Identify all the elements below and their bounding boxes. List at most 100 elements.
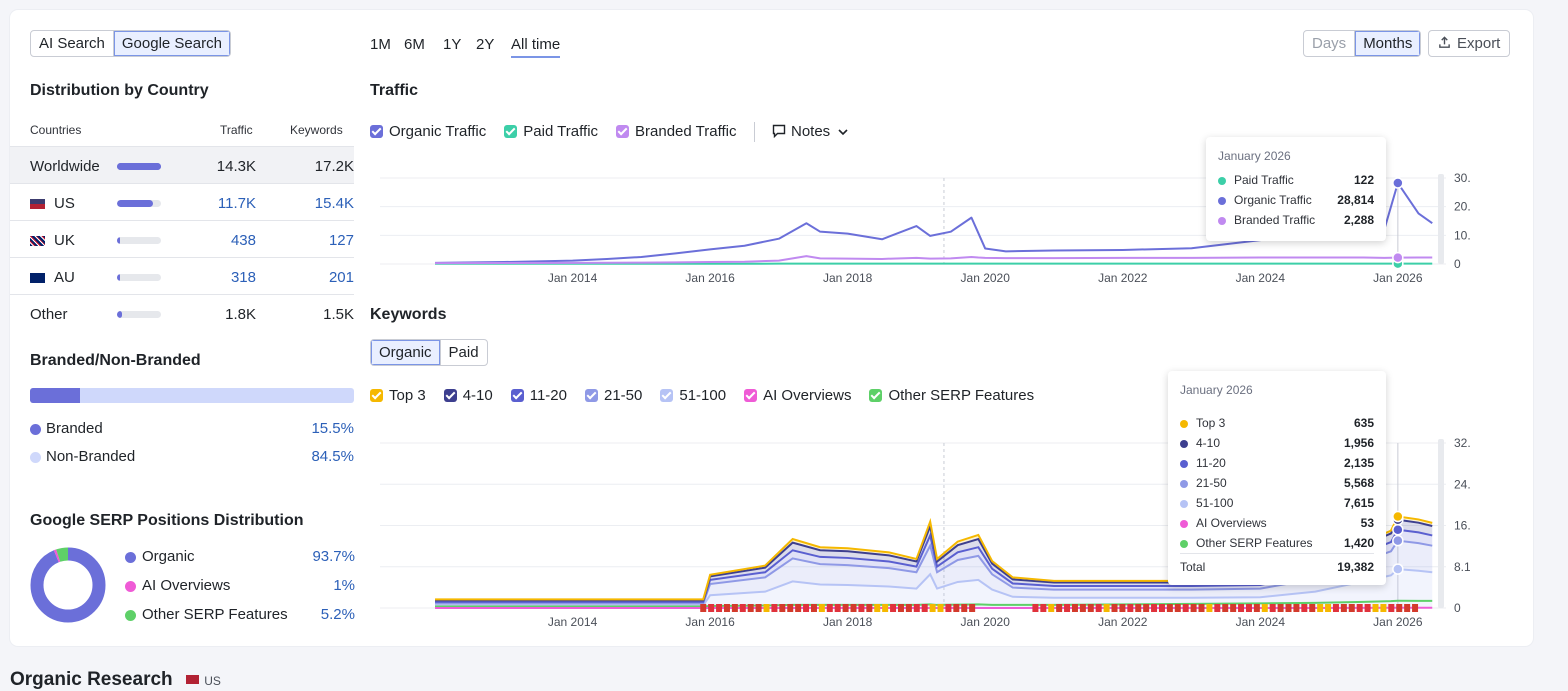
serp-feature-marker[interactable]: [1088, 604, 1094, 612]
serp-feature-marker[interactable]: [1119, 604, 1125, 612]
serp-feature-marker[interactable]: [779, 604, 785, 612]
legend-21-50[interactable]: 21-50: [585, 387, 642, 404]
serp-feature-marker[interactable]: [1080, 604, 1086, 612]
legend-other-serp-features[interactable]: Other SERP Features: [869, 387, 1034, 404]
serp-feature-marker[interactable]: [1048, 604, 1054, 612]
serp-feature-marker[interactable]: [1040, 604, 1046, 612]
country-row-other[interactable]: Other1.8K1.5K: [10, 294, 354, 332]
serp-feature-marker[interactable]: [1396, 604, 1402, 612]
keywords-value[interactable]: 201: [329, 269, 354, 286]
serp-feature-marker[interactable]: [748, 604, 754, 612]
serp-value[interactable]: 1%: [333, 577, 355, 594]
serp-feature-marker[interactable]: [1199, 604, 1205, 612]
serp-feature-marker[interactable]: [851, 604, 857, 612]
donut-slice-organic[interactable]: [37, 554, 99, 616]
serp-feature-marker[interactable]: [700, 604, 706, 612]
serp-feature-marker[interactable]: [1380, 604, 1386, 612]
legend-ai-overviews[interactable]: AI Overviews: [744, 387, 851, 404]
serp-feature-marker[interactable]: [1270, 604, 1276, 612]
serp-feature-marker[interactable]: [1333, 604, 1339, 612]
branded-value[interactable]: 84.5%: [311, 448, 354, 465]
serp-feature-marker[interactable]: [1032, 604, 1038, 612]
serp-feature-marker[interactable]: [938, 604, 944, 612]
legend-branded-traffic[interactable]: Branded Traffic: [616, 123, 736, 140]
legend-organic-traffic[interactable]: Organic Traffic: [370, 123, 486, 140]
serp-feature-marker[interactable]: [1056, 604, 1062, 612]
serp-feature-marker[interactable]: [756, 604, 762, 612]
serp-feature-marker[interactable]: [1191, 604, 1197, 612]
serp-feature-marker[interactable]: [771, 604, 777, 612]
serp-feature-marker[interactable]: [1309, 604, 1315, 612]
serp-feature-marker[interactable]: [1064, 604, 1070, 612]
serp-feature-marker[interactable]: [1373, 604, 1379, 612]
serp-feature-marker[interactable]: [882, 604, 888, 612]
traffic-value[interactable]: 11.7K: [218, 195, 256, 212]
serp-feature-marker[interactable]: [724, 604, 730, 612]
serp-feature-marker[interactable]: [1388, 604, 1394, 612]
legend-51-100[interactable]: 51-100: [660, 387, 726, 404]
tab-organic[interactable]: Organic: [371, 340, 440, 365]
country-row-au[interactable]: AU318201: [10, 257, 354, 295]
branded-value[interactable]: 15.5%: [311, 420, 354, 437]
serp-feature-marker[interactable]: [843, 604, 849, 612]
serp-feature-marker[interactable]: [1293, 604, 1299, 612]
serp-feature-marker[interactable]: [1325, 604, 1331, 612]
keywords-value[interactable]: 15.4K: [315, 195, 354, 212]
notes-dropdown[interactable]: Notes: [772, 123, 848, 140]
serp-feature-marker[interactable]: [1230, 604, 1236, 612]
serp-feature-marker[interactable]: [1072, 604, 1078, 612]
serp-feature-marker[interactable]: [969, 604, 975, 612]
serp-feature-marker[interactable]: [866, 604, 872, 612]
serp-feature-marker[interactable]: [819, 604, 825, 612]
serp-feature-marker[interactable]: [716, 604, 722, 612]
serp-feature-marker[interactable]: [1262, 604, 1268, 612]
serp-feature-marker[interactable]: [708, 604, 714, 612]
serp-feature-marker[interactable]: [1214, 604, 1220, 612]
period-tab-all-time[interactable]: All time: [511, 36, 560, 58]
serp-feature-marker[interactable]: [1349, 604, 1355, 612]
serp-feature-marker[interactable]: [1246, 604, 1252, 612]
serp-feature-marker[interactable]: [953, 604, 959, 612]
serp-feature-marker[interactable]: [1127, 604, 1133, 612]
serp-feature-marker[interactable]: [930, 604, 936, 612]
serp-feature-marker[interactable]: [1286, 604, 1292, 612]
serp-feature-marker[interactable]: [1341, 604, 1347, 612]
export-button[interactable]: Export: [1428, 30, 1510, 57]
serp-feature-marker[interactable]: [1135, 604, 1141, 612]
period-tab-1y[interactable]: 1Y: [443, 36, 461, 53]
legend-top-3[interactable]: Top 3: [370, 387, 426, 404]
serp-feature-marker[interactable]: [827, 604, 833, 612]
serp-feature-marker[interactable]: [945, 604, 951, 612]
serp-feature-marker[interactable]: [1357, 604, 1363, 612]
legend-11-20[interactable]: 11-20: [511, 387, 567, 404]
serp-feature-marker[interactable]: [740, 604, 746, 612]
country-row-uk[interactable]: UK438127: [10, 220, 354, 258]
serp-feature-marker[interactable]: [890, 604, 896, 612]
serp-feature-marker[interactable]: [1104, 604, 1110, 612]
serp-feature-marker[interactable]: [835, 604, 841, 612]
serp-feature-marker[interactable]: [1206, 604, 1212, 612]
traffic-value[interactable]: 318: [231, 269, 256, 286]
serp-feature-marker[interactable]: [1404, 604, 1410, 612]
granularity-days[interactable]: Days: [1304, 31, 1354, 56]
legend-paid-traffic[interactable]: Paid Traffic: [504, 123, 598, 140]
serp-feature-marker[interactable]: [1278, 604, 1284, 612]
toggle-ai-search[interactable]: AI Search: [31, 31, 113, 56]
serp-feature-marker[interactable]: [1317, 604, 1323, 612]
serp-feature-marker[interactable]: [811, 604, 817, 612]
serp-feature-marker[interactable]: [1167, 604, 1173, 612]
serp-feature-marker[interactable]: [858, 604, 864, 612]
range-handle[interactable]: [1438, 439, 1444, 608]
serp-feature-marker[interactable]: [1112, 604, 1118, 612]
serp-feature-marker[interactable]: [1301, 604, 1307, 612]
tab-paid[interactable]: Paid: [440, 340, 487, 365]
serp-feature-marker[interactable]: [1254, 604, 1260, 612]
serp-feature-marker[interactable]: [898, 604, 904, 612]
serp-feature-marker[interactable]: [1412, 604, 1418, 612]
serp-feature-marker[interactable]: [1159, 604, 1165, 612]
serp-feature-marker[interactable]: [732, 604, 738, 612]
serp-value[interactable]: 93.7%: [312, 548, 355, 565]
serp-feature-marker[interactable]: [922, 604, 928, 612]
period-tab-6m[interactable]: 6M: [404, 36, 425, 53]
serp-feature-marker[interactable]: [764, 604, 770, 612]
